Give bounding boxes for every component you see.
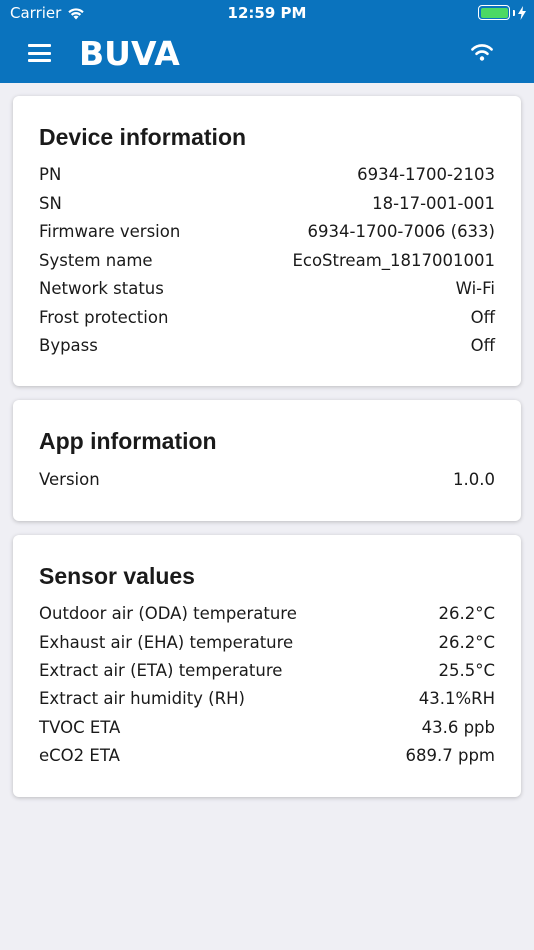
row-value: 1.0.0 (453, 469, 495, 489)
row-label: eCO2 ETA (39, 745, 120, 765)
row-label: System name (39, 250, 153, 270)
app-information-card: App information Version 1.0.0 (13, 400, 521, 521)
app-header: Carrier 12:59 PM BUVA (0, 0, 534, 83)
charging-bolt-icon (518, 5, 526, 20)
row-value: 689.7 ppm (405, 745, 495, 765)
app-information-title: App information (39, 428, 217, 454)
row-label: Network status (39, 278, 164, 298)
row-label: Version (39, 469, 100, 489)
status-bar: Carrier 12:59 PM (0, 0, 534, 28)
row-value: 6934-1700-7006 (633) (307, 221, 496, 241)
device-information-title: Device information (39, 124, 247, 150)
list-item: PN 6934-1700-2103 (39, 162, 495, 186)
list-item: Frost protection Off (39, 305, 495, 329)
row-value: 18-17-001-001 (372, 193, 495, 213)
row-value: 43.6 ppb (421, 717, 495, 737)
sensor-values-card: Sensor values Outdoor air (ODA) temperat… (13, 535, 521, 797)
nav-bar: BUVA (0, 28, 534, 83)
row-value: Off (470, 307, 495, 327)
list-item: Firmware version 6934-1700-7006 (633) (39, 219, 495, 243)
battery-indicator (478, 5, 526, 20)
row-value: EcoStream_1817001001 (292, 250, 495, 270)
list-item: System name EcoStream_1817001001 (39, 248, 495, 272)
list-item: Extract air humidity (RH) 43.1%RH (39, 686, 495, 710)
row-value: 25.5°C (438, 660, 495, 680)
row-label: Bypass (39, 335, 98, 355)
row-label: PN (39, 164, 62, 184)
battery-tip (513, 9, 515, 16)
row-label: Firmware version (39, 221, 181, 241)
row-value: 43.1%RH (418, 688, 495, 708)
hamburger-menu-icon[interactable] (28, 44, 51, 62)
battery-icon (478, 5, 510, 20)
brand-logo: BUVA (79, 34, 180, 73)
list-item: Bypass Off (39, 333, 495, 357)
row-label: Extract air humidity (RH) (39, 688, 245, 708)
row-label: TVOC ETA (39, 717, 121, 737)
battery-fill (480, 7, 508, 18)
row-label: Exhaust air (EHA) temperature (39, 632, 294, 652)
list-item: Outdoor air (ODA) temperature 26.2°C (39, 601, 495, 625)
row-value: 6934-1700-2103 (357, 164, 495, 184)
row-value: Wi-Fi (455, 278, 495, 298)
list-item: TVOC ETA 43.6 ppb (39, 715, 495, 739)
row-label: Outdoor air (ODA) temperature (39, 603, 297, 623)
status-time: 12:59 PM (227, 4, 307, 22)
list-item: SN 18-17-001-001 (39, 191, 495, 215)
sensor-values-title: Sensor values (39, 563, 195, 589)
list-item: Exhaust air (EHA) temperature 26.2°C (39, 630, 495, 654)
list-item: Network status Wi-Fi (39, 276, 495, 300)
row-label: SN (39, 193, 62, 213)
row-value: 26.2°C (438, 603, 495, 623)
row-value: 26.2°C (438, 632, 495, 652)
list-item: Extract air (ETA) temperature 25.5°C (39, 658, 495, 682)
list-item: Version 1.0.0 (39, 467, 495, 491)
row-label: Extract air (ETA) temperature (39, 660, 283, 680)
list-item: eCO2 ETA 689.7 ppm (39, 743, 495, 767)
row-label: Frost protection (39, 307, 169, 327)
wifi-icon[interactable] (470, 43, 494, 65)
device-information-card: Device information PN 6934-1700-2103 SN … (13, 96, 521, 386)
row-value: Off (470, 335, 495, 355)
